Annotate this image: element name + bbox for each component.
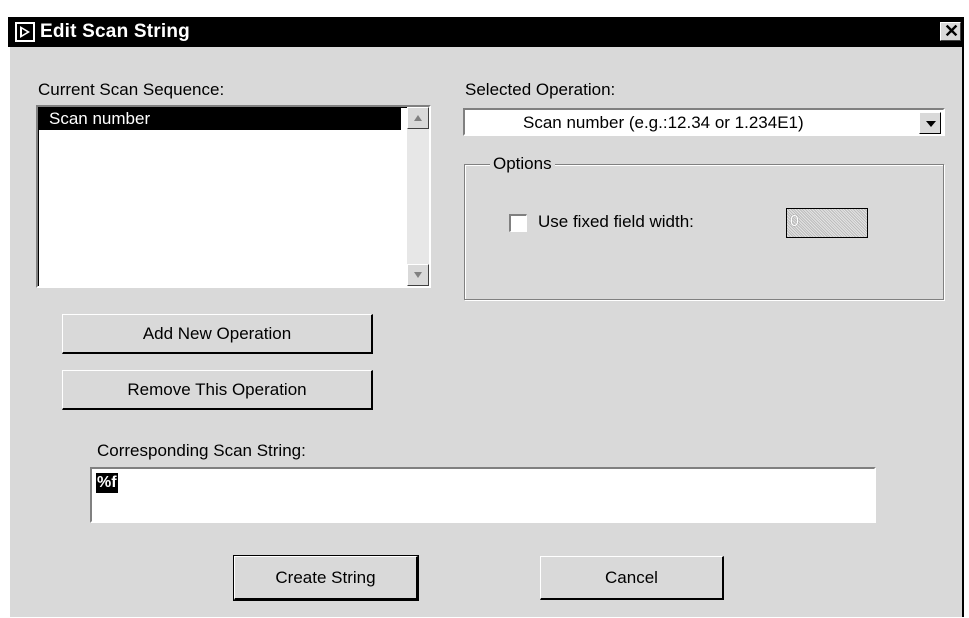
list-item[interactable]: Scan number [39, 108, 401, 130]
scan-string-field[interactable]: %f [90, 467, 876, 523]
options-group [464, 164, 944, 300]
operation-select[interactable]: Scan number (e.g.:12.34 or 1.234E1) [463, 108, 945, 136]
sequence-label: Current Scan Sequence: [38, 80, 225, 99]
close-icon: ✕ [944, 21, 960, 41]
dropdown-arrow-icon[interactable] [919, 112, 941, 134]
field-width-input[interactable]: 0 [786, 208, 868, 238]
scan-string-label: Corresponding Scan String: [97, 441, 306, 460]
close-button[interactable]: ✕ [940, 21, 961, 41]
add-operation-button[interactable]: Add New Operation [62, 314, 373, 354]
operation-label: Selected Operation: [465, 80, 616, 99]
run-arrow-icon [15, 22, 35, 42]
remove-operation-button[interactable]: Remove This Operation [62, 370, 373, 410]
options-legend: Options [490, 154, 555, 174]
listbox-frame [38, 107, 429, 286]
scroll-down-arrow-icon[interactable] [407, 264, 429, 286]
cancel-button[interactable]: Cancel [540, 556, 724, 600]
operation-selected-value: Scan number (e.g.:12.34 or 1.234E1) [523, 113, 804, 132]
field-width-value: 0 [790, 213, 799, 230]
scrollbar[interactable] [407, 107, 429, 286]
fixed-width-label: Use fixed field width: [538, 212, 694, 231]
create-string-button[interactable]: Create String [233, 555, 419, 601]
fixed-width-checkbox[interactable] [509, 214, 527, 232]
sequence-listbox[interactable]: Scan number [36, 105, 431, 288]
scroll-up-arrow-icon[interactable] [407, 107, 429, 129]
scan-string-value: %f [96, 473, 118, 493]
window-title: Edit Scan String [40, 21, 190, 42]
title-bar[interactable]: Edit Scan String ✕ [8, 17, 964, 47]
